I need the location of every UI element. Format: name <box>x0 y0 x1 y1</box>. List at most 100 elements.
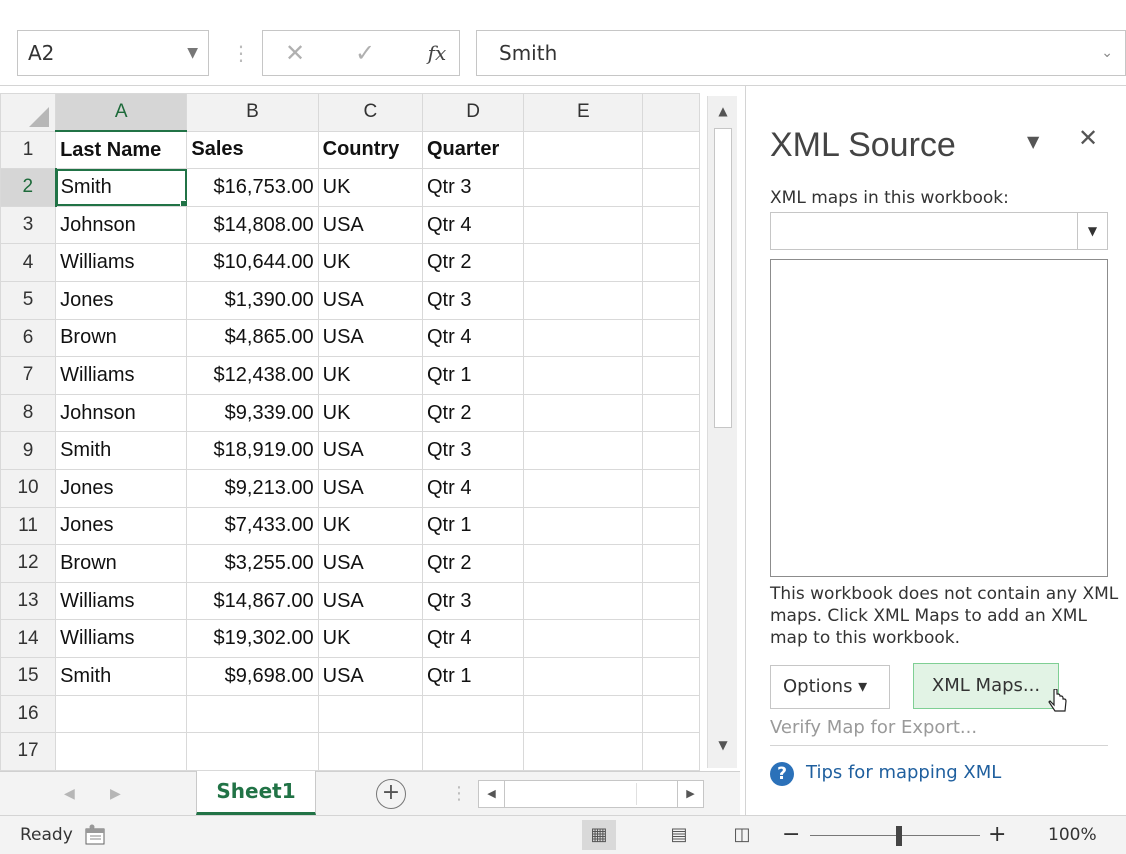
scroll-up-icon[interactable]: ▲ <box>708 96 738 126</box>
cell[interactable] <box>523 130 644 170</box>
close-icon[interactable]: ✕ <box>1078 124 1098 152</box>
cell[interactable]: Williams <box>55 581 188 621</box>
row-header[interactable]: 5 <box>0 280 57 320</box>
horizontal-scroll-thumb[interactable] <box>507 783 637 805</box>
cell[interactable] <box>523 205 644 245</box>
page-break-icon[interactable]: ◫ <box>725 820 759 850</box>
cell[interactable]: Smith <box>55 656 188 696</box>
cell[interactable] <box>523 318 644 358</box>
cell[interactable] <box>642 168 700 207</box>
cell[interactable]: USA <box>317 544 424 583</box>
zoom-slider-thumb[interactable] <box>896 826 902 846</box>
cell[interactable] <box>642 506 700 546</box>
row-header[interactable]: 10 <box>0 468 57 508</box>
cell[interactable]: USA <box>317 280 424 320</box>
cell[interactable]: $12,438.00 <box>186 356 319 395</box>
cell[interactable]: Brown <box>55 318 188 358</box>
row-header[interactable]: 7 <box>0 356 57 395</box>
cell[interactable] <box>523 732 644 771</box>
cell[interactable] <box>642 656 700 696</box>
cell[interactable] <box>186 694 319 734</box>
cell[interactable]: UK <box>317 393 424 433</box>
enter-icon[interactable]: ✓ <box>345 31 385 75</box>
cell[interactable] <box>186 732 319 771</box>
cell[interactable]: $16,753.00 <box>186 168 319 207</box>
column-header[interactable]: C <box>317 93 424 132</box>
cell[interactable] <box>642 581 700 621</box>
zoom-slider[interactable] <box>810 835 980 836</box>
cell[interactable]: Williams <box>55 356 188 395</box>
row-header[interactable]: 4 <box>0 243 57 282</box>
name-box[interactable]: A2 ▼ <box>17 30 209 76</box>
cell[interactable] <box>642 544 700 583</box>
cell[interactable]: Last Name <box>55 130 188 170</box>
cell[interactable]: Qtr 3 <box>421 581 525 621</box>
macro-record-icon[interactable] <box>84 824 106 846</box>
options-button[interactable]: Options ▾ <box>770 665 890 709</box>
expand-icon[interactable]: ⌄ <box>1101 31 1113 75</box>
cell[interactable] <box>523 581 644 621</box>
row-header[interactable]: 15 <box>0 656 57 696</box>
cell[interactable] <box>317 732 424 771</box>
xml-maps-button[interactable]: XML Maps... <box>913 663 1059 709</box>
cell[interactable]: UK <box>317 619 424 658</box>
cell[interactable] <box>523 468 644 508</box>
cell[interactable]: $3,255.00 <box>186 544 319 583</box>
cell[interactable]: Sales <box>186 130 319 170</box>
cell[interactable] <box>642 318 700 358</box>
cell[interactable]: Qtr 3 <box>421 280 525 320</box>
cell[interactable] <box>523 431 644 470</box>
row-header[interactable]: 17 <box>0 732 57 771</box>
cell[interactable]: Qtr 1 <box>421 656 525 696</box>
cell[interactable]: Qtr 4 <box>421 468 525 508</box>
page-layout-icon[interactable]: ▤ <box>662 820 696 850</box>
tab-splitter[interactable]: ⋮ <box>450 772 468 816</box>
cell[interactable]: $9,698.00 <box>186 656 319 696</box>
cell[interactable]: USA <box>317 656 424 696</box>
cell[interactable]: Brown <box>55 544 188 583</box>
cell[interactable]: UK <box>317 506 424 546</box>
column-header[interactable]: A <box>55 93 188 133</box>
cell[interactable]: Qtr 1 <box>421 506 525 546</box>
cell[interactable] <box>523 694 644 734</box>
cell[interactable] <box>523 168 644 207</box>
zoom-out-icon[interactable]: − <box>782 816 800 854</box>
row-header[interactable]: 3 <box>0 205 57 245</box>
zoom-in-icon[interactable]: + <box>988 816 1006 854</box>
cell[interactable]: Williams <box>55 619 188 658</box>
cell[interactable]: Qtr 4 <box>421 205 525 245</box>
scroll-left-icon[interactable]: ◀ <box>479 781 505 807</box>
function-icon[interactable]: fx <box>417 31 457 75</box>
dropdown-arrow-icon[interactable]: ▼ <box>187 31 198 75</box>
tab-sheet1[interactable]: Sheet1 <box>196 771 316 815</box>
cell[interactable]: USA <box>317 468 424 508</box>
scroll-down-icon[interactable]: ▼ <box>708 730 738 760</box>
cell[interactable] <box>642 205 700 245</box>
xml-maps-select[interactable]: ▼ <box>770 212 1108 250</box>
cell[interactable]: UK <box>317 168 424 207</box>
cell[interactable]: Smith <box>55 168 188 207</box>
cell[interactable] <box>642 280 700 320</box>
cell[interactable]: $9,339.00 <box>186 393 319 433</box>
tips-link[interactable]: Tips for mapping XML <box>806 762 1001 783</box>
scroll-right-icon[interactable]: ▶ <box>677 781 703 807</box>
cell[interactable] <box>642 130 700 170</box>
row-header[interactable]: 1 <box>0 130 57 170</box>
cell[interactable]: UK <box>317 243 424 282</box>
cell[interactable]: Smith <box>55 431 188 470</box>
cell[interactable]: $4,865.00 <box>186 318 319 358</box>
row-header[interactable]: 2 <box>0 168 57 207</box>
cell[interactable]: Williams <box>55 243 188 282</box>
cell[interactable]: Jones <box>55 468 188 508</box>
cell[interactable]: Country <box>317 130 424 170</box>
cell[interactable]: Qtr 2 <box>421 243 525 282</box>
cell[interactable] <box>523 356 644 395</box>
cell[interactable] <box>642 431 700 470</box>
cell[interactable] <box>642 356 700 395</box>
row-header[interactable]: 13 <box>0 581 57 621</box>
cell[interactable]: USA <box>317 318 424 358</box>
vertical-scrollbar[interactable]: ▲ ▼ <box>707 96 737 768</box>
cell[interactable]: Jones <box>55 506 188 546</box>
cell[interactable]: Qtr 4 <box>421 619 525 658</box>
cell[interactable]: Qtr 1 <box>421 356 525 395</box>
